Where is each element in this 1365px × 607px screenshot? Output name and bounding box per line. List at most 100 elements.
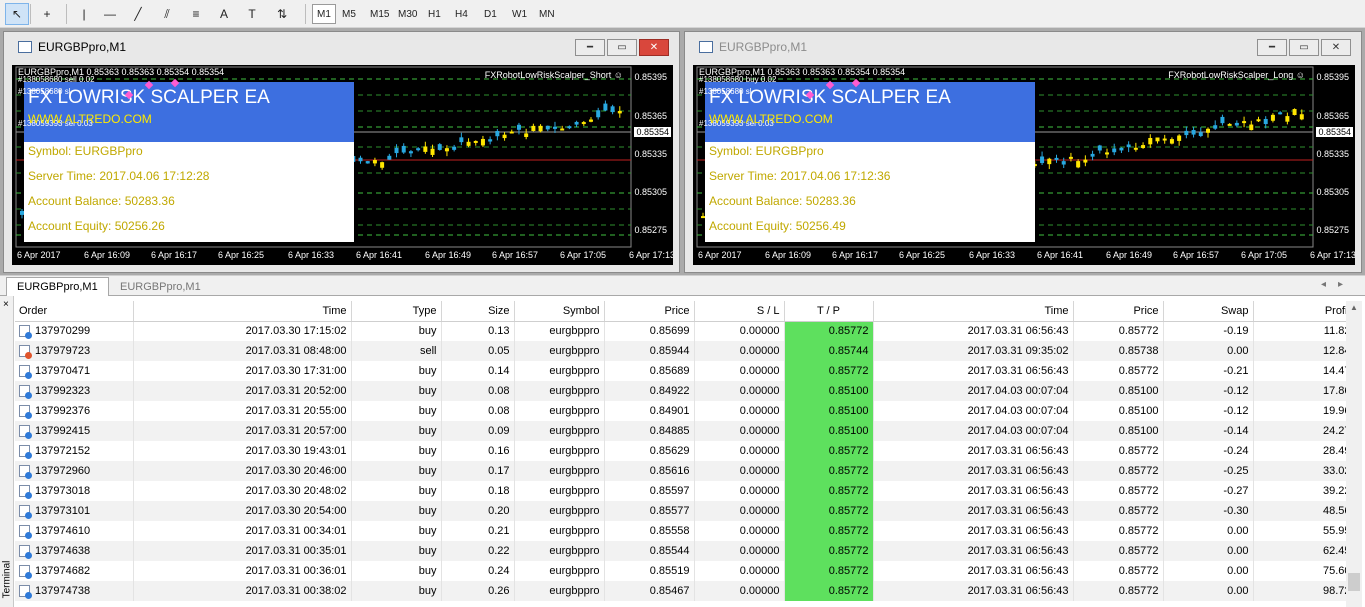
fibonacci-icon[interactable]: ≡ <box>184 3 208 25</box>
type-cell: buy <box>351 401 442 421</box>
column-header-8[interactable]: Time <box>873 301 1074 322</box>
candle-bear <box>1148 137 1153 145</box>
column-header-4[interactable]: Symbol <box>514 301 605 322</box>
scroll-up-icon[interactable]: ▲ <box>1350 303 1358 312</box>
equidistant-channel-icon[interactable]: ⫽ <box>155 3 179 25</box>
table-row[interactable]: 137992323 2017.03.31 20:52:00 buy 0.08 eurgb… <box>15 381 1356 401</box>
candle-bull <box>552 126 557 129</box>
text-icon[interactable]: A <box>212 3 236 25</box>
time-cell: 2017.03.30 20:54:00 <box>133 501 352 521</box>
chart-workspace: EURGBPpro,M1 ━ ▭ ✕ EURGBPpro,M1 0.85363 … <box>0 28 1365 275</box>
order-cell: 137974610 <box>15 521 134 541</box>
table-row[interactable]: 137973101 2017.03.30 20:54:00 buy 0.20 eurgb… <box>15 501 1356 521</box>
table-row[interactable]: 137992376 2017.03.31 20:55:00 buy 0.08 eurgb… <box>15 401 1356 421</box>
column-header-3[interactable]: Size <box>441 301 515 322</box>
timeframe-m5[interactable]: M5 <box>338 4 360 24</box>
type-cell: buy <box>351 501 442 521</box>
chart-window-short[interactable]: EURGBPpro,M1 ━ ▭ ✕ EURGBPpro,M1 0.85363 … <box>3 31 680 273</box>
candle-bear <box>502 134 507 139</box>
table-row[interactable]: 137973018 2017.03.30 20:48:02 buy 0.18 eurgb… <box>15 481 1356 501</box>
column-header-6[interactable]: S / L <box>694 301 785 322</box>
timeframe-m1[interactable]: M1 <box>312 4 336 24</box>
maximize-button[interactable]: ▭ <box>607 39 637 56</box>
buy-order-icon <box>19 425 32 440</box>
cprice-cell: 0.85100 <box>1073 401 1164 421</box>
size-cell: 0.20 <box>441 501 515 521</box>
close-button[interactable]: ✕ <box>639 39 669 56</box>
type-cell: buy <box>351 461 442 481</box>
vertical-line-icon[interactable]: | <box>72 3 96 25</box>
chart-tab-2[interactable]: EURGBPpro,M1 <box>110 277 211 296</box>
time-cell: 2017.03.31 20:55:00 <box>133 401 352 421</box>
time-axis-label: 6 Apr 16:41 <box>356 250 403 260</box>
table-row[interactable]: 137970471 2017.03.30 17:31:00 buy 0.14 eurgb… <box>15 361 1356 381</box>
close-icon[interactable]: × <box>3 299 9 310</box>
minimize-button[interactable]: ━ <box>1257 39 1287 56</box>
column-header-7[interactable]: T / P <box>784 301 874 322</box>
time-cell: 2017.03.31 00:35:01 <box>133 541 352 561</box>
order-cell: 137972152 <box>15 441 134 461</box>
type-cell: buy <box>351 361 442 381</box>
table-row[interactable]: 137974738 2017.03.31 00:38:02 buy 0.26 eurgb… <box>15 581 1356 601</box>
column-header-9[interactable]: Price <box>1073 301 1164 322</box>
ctime-cell: 2017.03.31 06:56:43 <box>873 321 1074 341</box>
price-cell: 0.84901 <box>604 401 695 421</box>
arrows-icon[interactable]: ⇅ <box>270 3 294 25</box>
candle-bull <box>394 147 399 154</box>
size-cell: 0.24 <box>441 561 515 581</box>
column-header-5[interactable]: Price <box>604 301 695 322</box>
horizontal-line-icon[interactable]: — <box>98 3 122 25</box>
candle-bull <box>1198 132 1203 137</box>
table-row[interactable]: 137972960 2017.03.30 20:46:00 buy 0.17 eurgb… <box>15 461 1356 481</box>
column-header-2[interactable]: Type <box>351 301 442 322</box>
price-chart-short[interactable]: EURGBPpro,M1 0.85363 0.85363 0.85354 0.8… <box>12 65 673 265</box>
table-row[interactable]: 137974638 2017.03.31 00:35:01 buy 0.22 eurgb… <box>15 541 1356 561</box>
table-row[interactable]: 137974610 2017.03.31 00:34:01 buy 0.21 eurgb… <box>15 521 1356 541</box>
chart-window-titlebar[interactable]: EURGBPpro,M1 ━ ▭ ✕ <box>685 32 1361 62</box>
column-header-11[interactable]: Profit <box>1253 301 1356 322</box>
candle-bear <box>1105 152 1109 155</box>
scrollbar-thumb[interactable] <box>1348 573 1360 591</box>
chart-window-long[interactable]: EURGBPpro,M1 ━ ▭ ✕ EURGBPpro,M1 0.85363 … <box>684 31 1362 273</box>
swap-cell: 0.00 <box>1163 581 1254 601</box>
table-row[interactable]: 137970299 2017.03.30 17:15:02 buy 0.13 eurgb… <box>15 321 1356 341</box>
price-chart-long[interactable]: EURGBPpro,M1 0.85363 0.85363 0.85354 0.8… <box>693 65 1355 265</box>
timeframe-m30[interactable]: M30 <box>394 4 421 24</box>
symbol-cell: eurgbppro <box>514 501 605 521</box>
chart-tab-1[interactable]: EURGBPpro,M1 <box>6 277 109 296</box>
maximize-button[interactable]: ▭ <box>1289 39 1319 56</box>
time-cell: 2017.03.31 20:52:00 <box>133 381 352 401</box>
time-axis-label: 6 Apr 16:57 <box>1173 250 1220 260</box>
chart-window-titlebar[interactable]: EURGBPpro,M1 ━ ▭ ✕ <box>4 32 679 62</box>
timeframe-h1[interactable]: H1 <box>424 4 445 24</box>
minimize-button[interactable]: ━ <box>575 39 605 56</box>
time-axis-label: 6 Apr 17:13 <box>629 250 673 260</box>
table-row[interactable]: 137992415 2017.03.31 20:57:00 buy 0.09 eurgb… <box>15 421 1356 441</box>
text-label-icon[interactable]: T <box>240 3 264 25</box>
timeframe-mn[interactable]: MN <box>535 4 559 24</box>
close-button[interactable]: ✕ <box>1321 39 1351 56</box>
order-id: 137974610 <box>35 524 91 537</box>
ea-server-time: Server Time: 2017.04.06 17:12:36 <box>709 169 891 183</box>
time-cell: 2017.03.30 19:43:01 <box>133 441 352 461</box>
tp-cell: 0.85772 <box>784 561 874 581</box>
table-row[interactable]: 137979723 2017.03.31 08:48:00 sell 0.05 eurg… <box>15 341 1356 361</box>
size-cell: 0.08 <box>441 401 515 421</box>
timeframe-d1[interactable]: D1 <box>480 4 501 24</box>
swap-cell: -0.27 <box>1163 481 1254 501</box>
expert-advisor-name: FXRobotLowRiskScalper_Long ☺ <box>1168 70 1305 80</box>
cursor-arrow-icon[interactable]: ↖ <box>5 3 29 25</box>
column-header-0[interactable]: Order <box>15 301 134 322</box>
timeframe-w1[interactable]: W1 <box>508 4 531 24</box>
trendline-icon[interactable]: ╱ <box>126 3 150 25</box>
timeframe-h4[interactable]: H4 <box>451 4 472 24</box>
timeframe-m15[interactable]: M15 <box>366 4 393 24</box>
column-header-1[interactable]: Time <box>133 301 352 322</box>
tab-scroll-arrows[interactable]: ◂▸ <box>1321 279 1355 290</box>
table-row[interactable]: 137972152 2017.03.30 19:43:01 buy 0.16 eurgb… <box>15 441 1356 461</box>
swap-cell: -0.12 <box>1163 401 1254 421</box>
crosshair-icon[interactable]: + <box>35 3 59 25</box>
table-row[interactable]: 137974682 2017.03.31 00:36:01 buy 0.24 eurgb… <box>15 561 1356 581</box>
vertical-scrollbar[interactable]: ▲ <box>1346 301 1362 607</box>
column-header-10[interactable]: Swap <box>1163 301 1254 322</box>
